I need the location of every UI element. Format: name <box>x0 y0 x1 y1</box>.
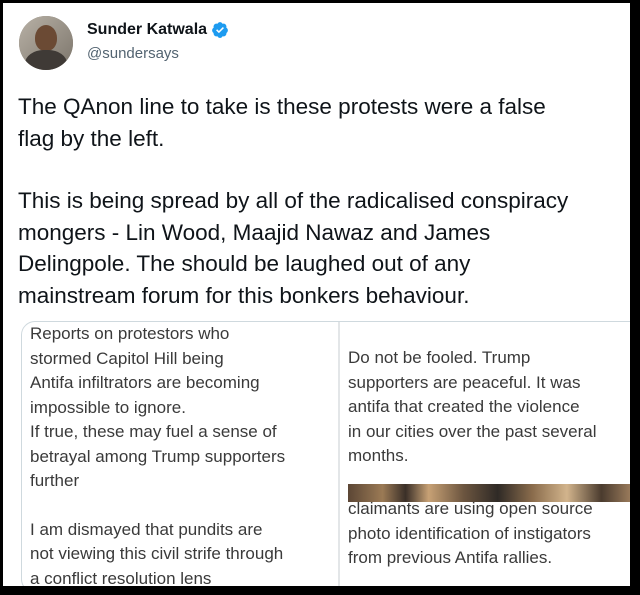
media-left-line: a conflict resolution lens <box>30 568 212 587</box>
media-left-line: not viewing this civil strife through <box>30 544 284 563</box>
tweet-line: mainstream forum for this bonkers behavi… <box>18 282 470 308</box>
avatar-body <box>25 50 67 70</box>
media-right-line: supporters are peaceful. It was <box>348 372 581 392</box>
tweet-body: The QAnon line to take is these protests… <box>18 91 630 311</box>
media-right-line: months. <box>348 446 409 465</box>
avatar[interactable] <box>19 16 73 70</box>
media-divider <box>338 322 340 586</box>
author-name[interactable]: Sunder Katwala <box>87 21 207 39</box>
media-left-pane: Reports on protestors who stormed Capito… <box>30 322 336 586</box>
media-left-line: impossible to ignore. <box>30 397 186 417</box>
media-left-line: betrayal among Trump supporters <box>30 446 286 466</box>
tweet-line: The QAnon line to take is these protests… <box>18 94 546 119</box>
tweet-line: flag by the left. <box>18 125 165 151</box>
tweet-media-image[interactable]: Reports on protestors who stormed Capito… <box>21 321 630 586</box>
media-right-line: claimants are using open source <box>348 499 593 518</box>
media-right-line: photo identification of instigators <box>348 523 591 543</box>
media-right-line: in our cities over the past several <box>348 421 597 441</box>
tweet-line: Delingpole. The should be laughed out of… <box>18 251 471 276</box>
tweet-card: Sunder Katwala @sundersays The QAnon lin… <box>3 3 630 586</box>
media-left-line: If true, these may fuel a sense of <box>30 422 277 441</box>
media-right-line: from previous Antifa rallies. <box>348 548 553 567</box>
media-left-line: Reports on protestors who <box>30 324 230 343</box>
media-right-pane-top: Do not be fooled. Trump supporters are p… <box>348 346 630 469</box>
avatar-head <box>35 25 57 51</box>
verified-badge-icon <box>212 22 228 38</box>
media-right-line: antifa that created the violence <box>348 397 580 416</box>
media-right-pane-bottom: claimants are using open source photo id… <box>348 497 630 571</box>
media-left-line: I am dismayed that pundits are <box>30 519 263 539</box>
media-right-line: Do not be fooled. Trump <box>348 348 531 367</box>
author-row: Sunder Katwala <box>87 21 229 39</box>
tweet-line: mongers - Lin Wood, Maajid Nawaz and Jam… <box>18 219 491 245</box>
author-handle[interactable]: @sundersays <box>87 45 179 62</box>
media-left-line: stormed Capitol Hill being <box>30 348 224 368</box>
media-left-line: Antifa infiltrators are becoming <box>30 373 260 392</box>
tweet-line: This is being spread by all of the radic… <box>18 188 569 213</box>
media-left-line: further <box>30 471 80 490</box>
